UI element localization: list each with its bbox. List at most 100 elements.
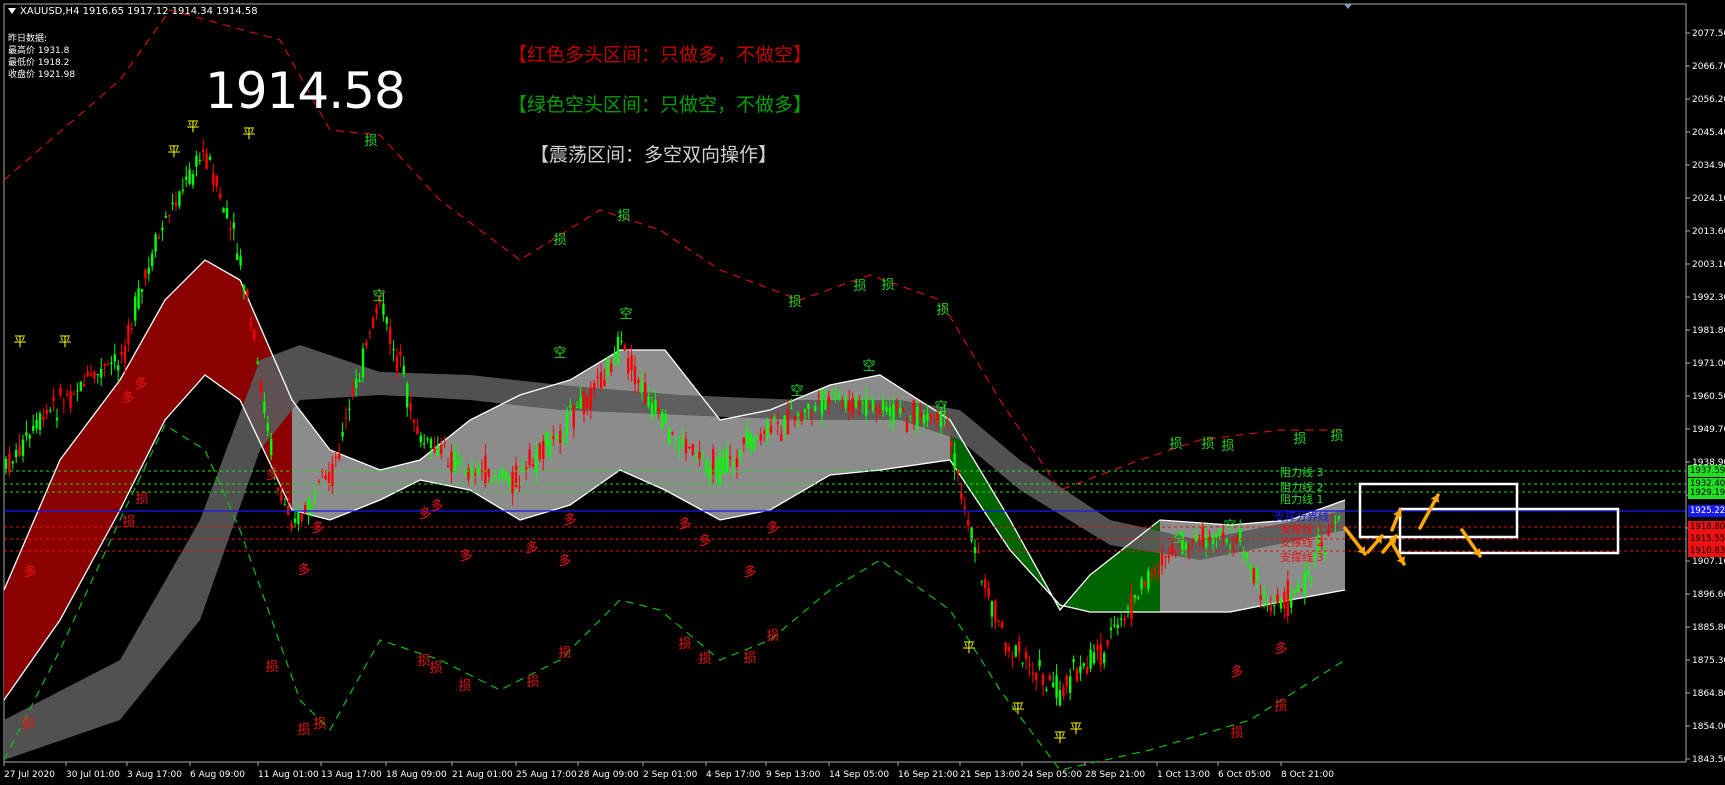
candle-body bbox=[1324, 552, 1327, 555]
candle-body bbox=[215, 176, 218, 187]
price-level-label: 1910.83 bbox=[1688, 545, 1725, 557]
candle-body bbox=[535, 448, 538, 473]
candle-body bbox=[1286, 579, 1289, 617]
candle-body bbox=[1191, 539, 1194, 543]
candle-body bbox=[1052, 682, 1055, 687]
candle-body bbox=[168, 215, 171, 217]
price-tick-label: 2003.10 bbox=[1692, 260, 1725, 270]
candle-body bbox=[69, 391, 72, 408]
candle-body bbox=[1150, 573, 1153, 576]
candle-body bbox=[450, 451, 453, 473]
signal-long: 多 bbox=[311, 520, 324, 536]
price-tick-label: 1875.30 bbox=[1692, 656, 1725, 666]
menu-triangle-icon[interactable] bbox=[8, 8, 16, 14]
candle-body bbox=[1075, 668, 1079, 682]
candle-body bbox=[620, 340, 623, 343]
candle-body bbox=[946, 424, 949, 426]
candle-body bbox=[188, 169, 191, 184]
candle-body bbox=[1327, 529, 1330, 536]
level-label-resistance2: 阻力线 2 bbox=[1280, 480, 1324, 494]
candle-body bbox=[1086, 667, 1089, 674]
candle-body bbox=[1296, 584, 1300, 593]
signal-short: 空 bbox=[862, 359, 875, 374]
candle-body bbox=[769, 425, 773, 433]
signal-short: 空 bbox=[790, 384, 803, 399]
candle-body bbox=[103, 363, 106, 367]
candle-body bbox=[780, 434, 783, 441]
candle-body bbox=[242, 285, 246, 292]
signal-stop: 损 bbox=[936, 303, 949, 318]
time-tick-label: 11 Aug 01:00 bbox=[258, 770, 319, 780]
candle-body bbox=[837, 393, 841, 400]
price-tick-label: 2013.60 bbox=[1692, 227, 1725, 237]
signal-flat: 平 bbox=[1069, 722, 1082, 737]
signal-stop: 损 bbox=[853, 279, 866, 294]
candle-body bbox=[212, 173, 215, 185]
candle-body bbox=[392, 348, 395, 351]
candle-body bbox=[827, 396, 830, 404]
candle-body bbox=[1232, 545, 1235, 548]
signal-stop: 损 bbox=[21, 717, 34, 732]
signal-stop: 损 bbox=[265, 660, 278, 675]
time-tick-label: 25 Aug 17:00 bbox=[516, 770, 577, 780]
prev-day-high: 最高价 1931.8 bbox=[8, 46, 70, 56]
signal-stop: 损 bbox=[1230, 726, 1243, 741]
time-tick-label: 2 Sep 01:00 bbox=[643, 770, 698, 780]
candle-body bbox=[487, 468, 490, 477]
candle-body bbox=[899, 407, 902, 414]
candle-body bbox=[562, 438, 565, 442]
candle-body bbox=[933, 417, 936, 419]
signal-long: 多 bbox=[558, 553, 571, 569]
time-tick-label: 14 Sep 05:00 bbox=[829, 770, 889, 780]
candle-body bbox=[1018, 641, 1021, 653]
candle-body bbox=[406, 383, 409, 408]
candle-body bbox=[389, 327, 392, 344]
current-price-display: 1914.58 bbox=[205, 62, 406, 120]
candle-body bbox=[423, 443, 426, 445]
candle-body bbox=[1239, 527, 1242, 542]
candle-body bbox=[1092, 652, 1096, 664]
signal-flat: 平 bbox=[962, 641, 975, 656]
candle-body bbox=[752, 437, 756, 450]
candle-body bbox=[331, 463, 334, 487]
candle-body bbox=[416, 426, 419, 435]
candle-body bbox=[708, 466, 711, 478]
candle-body bbox=[1123, 618, 1126, 621]
candle-body bbox=[463, 474, 467, 476]
candle-body bbox=[55, 417, 59, 421]
candle-body bbox=[888, 407, 892, 416]
candle-body bbox=[42, 416, 45, 420]
candle-body bbox=[225, 207, 229, 219]
candle-body bbox=[1157, 572, 1160, 574]
candle-body bbox=[89, 374, 93, 376]
signal-stop: 损 bbox=[698, 652, 711, 667]
candle-body bbox=[361, 348, 365, 378]
level-label-resistance1: 阻力线 1 bbox=[1280, 492, 1324, 506]
candle-body bbox=[851, 398, 854, 414]
candle-body bbox=[613, 353, 616, 357]
signal-flat: 平 bbox=[1011, 702, 1024, 717]
signal-stop: 损 bbox=[122, 515, 135, 530]
candle-body bbox=[542, 440, 545, 460]
candle-body bbox=[963, 507, 966, 509]
previous-day-panel: 昨日数据: 最高价 1931.8 最低价 1918.2 收盘价 1921.98 bbox=[8, 33, 75, 81]
price-tick-label: 2024.10 bbox=[1692, 194, 1725, 204]
candle-body bbox=[790, 407, 793, 409]
candle-body bbox=[147, 267, 150, 274]
signal-long: 多 bbox=[459, 548, 472, 564]
candle-body bbox=[1089, 649, 1092, 669]
candle-body bbox=[807, 403, 810, 409]
candle-body bbox=[657, 407, 660, 412]
candle-body bbox=[355, 378, 358, 388]
bear-zone-note: 【绿色空头区间：只做空，不做多】 bbox=[508, 94, 813, 116]
candle-body bbox=[314, 494, 317, 497]
candle-body bbox=[701, 456, 705, 458]
candle-body bbox=[1310, 576, 1313, 578]
signal-stop: 损 bbox=[1330, 429, 1343, 444]
candle-body bbox=[429, 439, 433, 448]
signal-stop: 损 bbox=[678, 637, 691, 652]
signal-flat: 平 bbox=[1053, 731, 1066, 746]
candle-body bbox=[18, 445, 21, 456]
candle-body bbox=[712, 449, 715, 475]
candle-body bbox=[1120, 618, 1123, 620]
